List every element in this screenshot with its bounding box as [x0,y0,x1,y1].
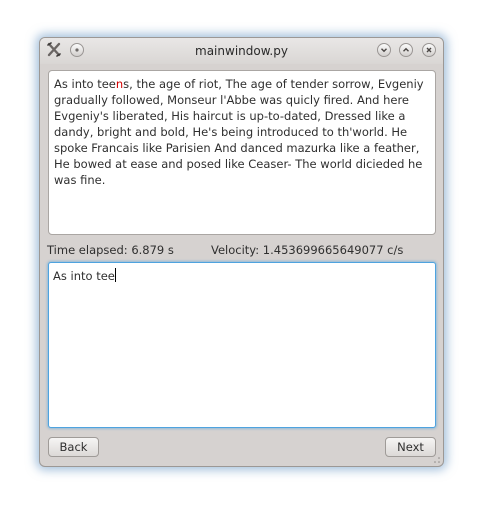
chevron-down-icon [381,48,387,53]
next-button[interactable]: Next [385,437,436,457]
velocity-label: Velocity: 1.453699665649077 c/s [211,243,404,257]
maximize-button[interactable] [399,43,413,57]
back-button[interactable]: Back [48,437,99,457]
typing-input[interactable]: As into tee [48,262,436,428]
passage-text-panel: As into teens, the age of riot, The age … [48,70,436,235]
title-bar[interactable]: mainwindow.py [40,38,443,64]
close-icon [426,47,432,53]
typing-input-value: As into tee [53,269,115,283]
minimize-button[interactable] [377,43,391,57]
main-window: mainwindow.py As into teens, the age of … [39,37,444,467]
passage-remaining-text: s, the age of riot, The age of tender so… [54,77,424,187]
text-cursor [114,268,116,282]
chevron-up-icon [403,47,409,52]
resize-grip-icon[interactable] [433,456,441,464]
passage-typed-correct: As into tee [54,77,116,91]
time-elapsed-label: Time elapsed: 6.879 s [47,243,174,257]
close-button[interactable] [422,43,436,57]
